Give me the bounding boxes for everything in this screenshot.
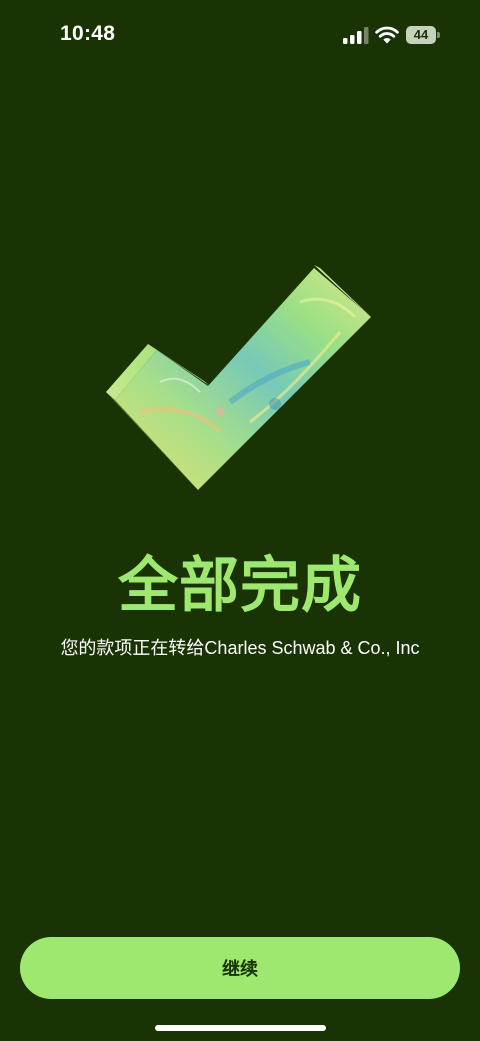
checkmark-icon (106, 265, 371, 490)
home-indicator[interactable] (155, 1025, 326, 1031)
page-title: 全部完成 (118, 552, 362, 619)
status-time: 10:48 (60, 22, 116, 45)
transfer-description: 您的款项正在转给Charles Schwab & Co., Inc (60, 638, 420, 658)
status-bar: 10:48 44 (0, 0, 480, 72)
battery-icon: 44 (406, 26, 440, 44)
wifi-icon (375, 26, 399, 44)
continue-button[interactable]: 继续 (20, 937, 460, 999)
signal-icon (343, 27, 369, 44)
battery-tip (437, 32, 440, 38)
battery-level: 44 (413, 27, 429, 42)
